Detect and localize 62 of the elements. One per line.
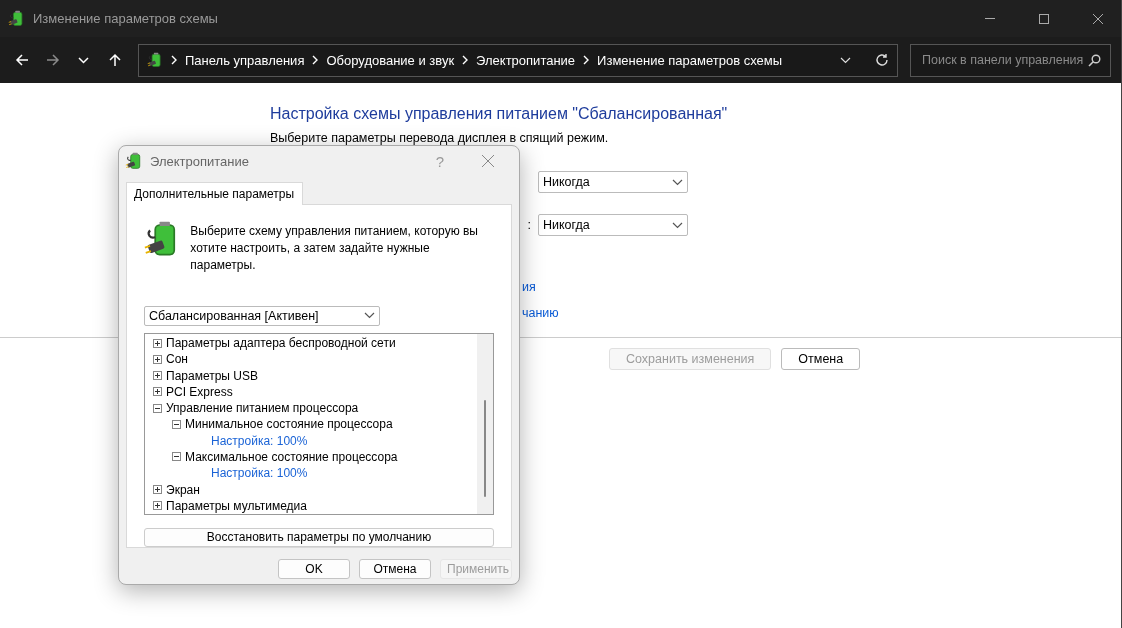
battery-plug-icon <box>147 52 163 68</box>
breadcrumb-item[interactable]: Панель управления <box>185 52 305 68</box>
tree-item[interactable]: PCI Express <box>166 384 233 399</box>
power-plan-dropdown[interactable]: Сбалансированная [Активен] <box>144 306 380 326</box>
expand-icon[interactable] <box>153 501 162 511</box>
setting-label: : <box>527 218 531 232</box>
scrollbar[interactable] <box>477 334 493 514</box>
dialog-button[interactable]: OK <box>278 559 350 579</box>
search-icon <box>1088 53 1101 67</box>
dialog-title: Электропитание <box>150 153 250 169</box>
chevron-down-icon <box>840 56 851 64</box>
collapse-icon[interactable] <box>153 403 162 413</box>
close-icon <box>482 155 494 167</box>
tree-item[interactable]: Сон <box>166 352 188 367</box>
chevron-down-icon <box>78 56 89 64</box>
expand-icon[interactable] <box>153 354 162 364</box>
close-icon <box>1093 13 1103 24</box>
cancel-button[interactable]: Отмена <box>781 348 861 370</box>
collapse-icon[interactable] <box>172 452 181 462</box>
expand-icon[interactable] <box>153 387 162 397</box>
timeout-dropdown[interactable]: Никогда <box>538 171 688 193</box>
breadcrumb-item[interactable]: Оборудование и звук <box>326 52 455 68</box>
forward-arrow-icon <box>45 53 60 67</box>
search-field[interactable]: Поиск в панели управления <box>910 43 1111 77</box>
settings-link[interactable]: чанию <box>522 306 559 320</box>
chevron-down-icon <box>672 221 683 229</box>
chevron-down-icon <box>364 312 375 320</box>
restore-defaults-button[interactable]: Восстановить параметры по умолчанию <box>144 527 494 547</box>
battery-plug-icon <box>8 10 25 27</box>
expand-icon[interactable] <box>153 485 162 494</box>
setting-value-link[interactable]: Настройка: 100% <box>211 466 308 481</box>
up-arrow-icon <box>107 53 122 67</box>
tree-item[interactable]: Минимальное состояние процессора <box>185 417 393 432</box>
breadcrumb-item[interactable]: Электропитание <box>476 52 576 68</box>
chevron-down-icon <box>672 178 683 186</box>
instruction-text: Выберите схему управления питанием, которую вы хотите настроить, а затем задайте нужные параметры. <box>190 223 479 274</box>
timeout-dropdown[interactable]: Никогда <box>538 214 688 236</box>
tree-item[interactable]: Экран <box>166 482 200 497</box>
expand-icon[interactable] <box>153 371 162 381</box>
collapse-icon[interactable] <box>172 419 181 429</box>
minimize-icon <box>985 18 995 19</box>
tree-item[interactable]: Параметры мультимедиа <box>166 498 307 513</box>
tree-item[interactable]: Параметры USB <box>166 368 258 383</box>
dialog-button[interactable]: Отмена <box>359 559 431 579</box>
address-bar[interactable]: Панель управления Оборудование и звук Электропитание Изменение параметров схемы <box>138 43 898 77</box>
tab[interactable]: Дополнительные параметры <box>126 182 304 205</box>
chevron-right-icon <box>169 55 179 65</box>
tree-item[interactable]: Максимальное состояние процессора <box>185 449 398 464</box>
search-input[interactable]: Поиск в панели управления <box>920 52 1088 68</box>
maximize-icon <box>1039 13 1049 24</box>
window-title: Изменение параметров схемы <box>33 11 219 26</box>
setting-value-link[interactable]: Настройка: 100% <box>211 433 308 448</box>
back-arrow-icon <box>14 53 29 67</box>
page-subtitle: Выберите параметры перевода дисплея в спящий режим. <box>270 131 610 145</box>
battery-plug-icon <box>125 152 143 170</box>
expand-icon[interactable] <box>153 338 162 348</box>
refresh-icon[interactable] <box>875 53 889 67</box>
settings-link[interactable]: ия <box>522 280 536 294</box>
breadcrumb-item[interactable]: Изменение параметров схемы <box>597 52 783 68</box>
tree-item[interactable]: Параметры адаптера беспроводной сети <box>166 336 396 351</box>
tree-item[interactable]: Управление питанием процессора <box>166 401 359 416</box>
page-heading: Настройка схемы управления питанием "Сбалансированная" <box>270 105 729 123</box>
